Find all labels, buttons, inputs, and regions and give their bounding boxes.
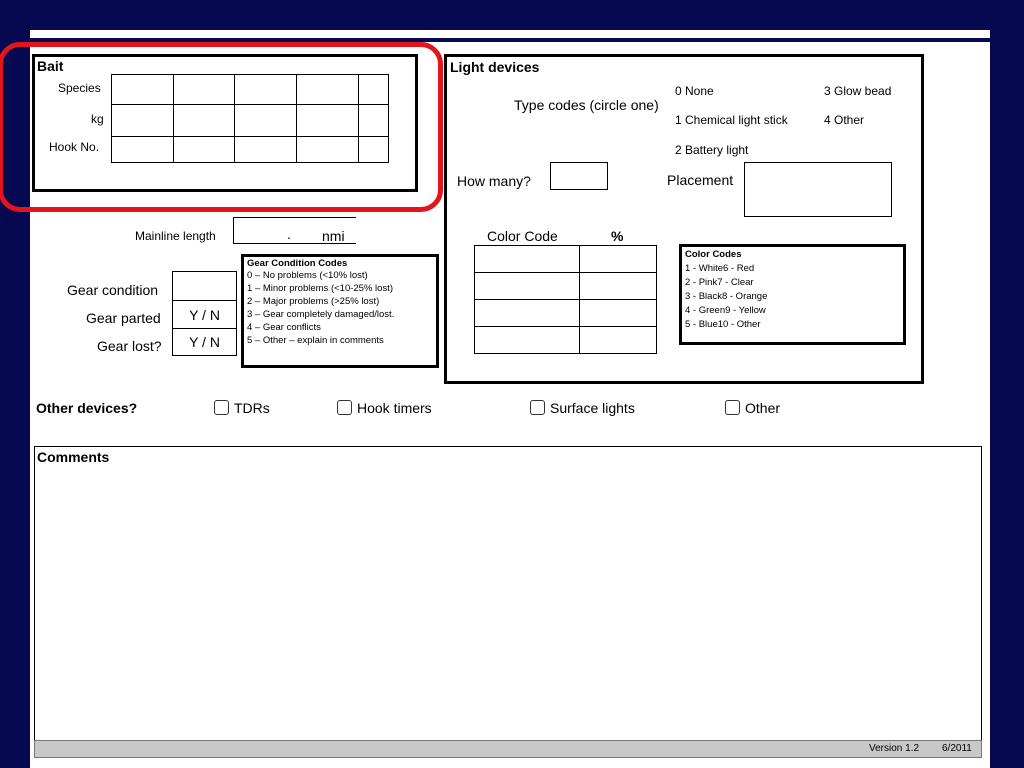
percent-cell[interactable] xyxy=(579,245,657,273)
how-many-input[interactable] xyxy=(550,162,608,190)
version-label: Version 1.2 xyxy=(869,743,920,754)
type-code-0: 0 None xyxy=(675,84,714,98)
gear-code-line: 3 – Gear completely damaged/lost. xyxy=(247,309,395,320)
percent-cell[interactable] xyxy=(579,272,657,300)
percent-cell[interactable] xyxy=(579,326,657,354)
tdrs-checkbox[interactable] xyxy=(214,400,229,415)
surface-lights-option[interactable]: Surface lights xyxy=(530,400,635,416)
color-code-line: 2 - Pink7 - Clear xyxy=(685,277,754,288)
hook-timers-label: Hook timers xyxy=(357,400,432,416)
tdrs-option[interactable]: TDRs xyxy=(214,400,270,416)
gear-condition-label: Gear condition xyxy=(67,282,159,298)
mainline-dot: . xyxy=(287,226,291,242)
color-code-line: 1 - White6 - Red xyxy=(685,263,755,274)
percent-header: % xyxy=(611,228,624,244)
mainline-unit: nmi xyxy=(322,228,345,244)
highlight-callout xyxy=(0,42,443,212)
percent-cell[interactable] xyxy=(579,299,657,327)
hook-timers-option[interactable]: Hook timers xyxy=(337,400,432,416)
header-bar xyxy=(30,30,990,38)
hook-timers-checkbox[interactable] xyxy=(337,400,352,415)
other-checkbox[interactable] xyxy=(725,400,740,415)
mainline-length-label: Mainline length xyxy=(135,229,216,243)
type-code-1: 1 Chemical light stick xyxy=(675,113,788,127)
surface-lights-label: Surface lights xyxy=(550,400,635,416)
gear-code-line: 1 – Minor problems (<10-25% lost) xyxy=(247,283,393,294)
version-date: 6/2011 xyxy=(942,743,972,754)
color-cell[interactable] xyxy=(474,272,580,300)
type-code-2: 2 Battery light xyxy=(675,143,749,157)
gear-lost-yn[interactable]: Y / N xyxy=(172,328,237,356)
gear-lost-label: Gear lost? xyxy=(97,338,162,354)
placement-input[interactable] xyxy=(744,162,892,217)
color-cell[interactable] xyxy=(474,299,580,327)
how-many-label: How many? xyxy=(457,173,531,189)
gear-status-grid: Y / N Y / N xyxy=(172,271,237,356)
color-cell[interactable] xyxy=(474,326,580,354)
gear-condition-input[interactable] xyxy=(172,271,237,301)
tdrs-label: TDRs xyxy=(234,400,270,416)
gear-code-line: 2 – Major problems (>25% lost) xyxy=(247,296,380,307)
surface-lights-checkbox[interactable] xyxy=(530,400,545,415)
color-code-line: 5 - Blue10 - Other xyxy=(685,319,761,330)
gear-code-line: 0 – No problems (<10% lost) xyxy=(247,270,368,281)
gear-code-line: 5 – Other – explain in comments xyxy=(247,335,384,346)
color-cell[interactable] xyxy=(474,245,580,273)
other-devices-label: Other devices? xyxy=(36,400,138,416)
color-code-line: 3 - Black8 - Orange xyxy=(685,291,768,302)
placement-label: Placement xyxy=(667,172,734,188)
other-label: Other xyxy=(745,400,781,416)
type-code-3: 3 Glow bead xyxy=(824,84,892,98)
light-devices-title: Light devices xyxy=(450,59,540,75)
color-codes-title: Color Codes xyxy=(685,249,742,260)
color-percent-grid xyxy=(474,245,657,354)
color-code-header: Color Code xyxy=(487,228,558,244)
gear-parted-yn[interactable]: Y / N xyxy=(172,300,237,329)
color-code-line: 4 - Green9 - Yellow xyxy=(685,305,766,316)
type-codes-label: Type codes (circle one) xyxy=(514,97,659,113)
gear-parted-label: Gear parted xyxy=(86,310,161,326)
gear-codes-title: Gear Condition Codes xyxy=(247,258,348,269)
gear-code-line: 4 – Gear conflicts xyxy=(247,322,321,333)
type-code-4: 4 Other xyxy=(824,113,865,127)
comments-label: Comments xyxy=(37,449,110,465)
footer-bar xyxy=(34,740,982,758)
comments-box[interactable] xyxy=(34,446,982,758)
other-option[interactable]: Other xyxy=(725,400,780,416)
